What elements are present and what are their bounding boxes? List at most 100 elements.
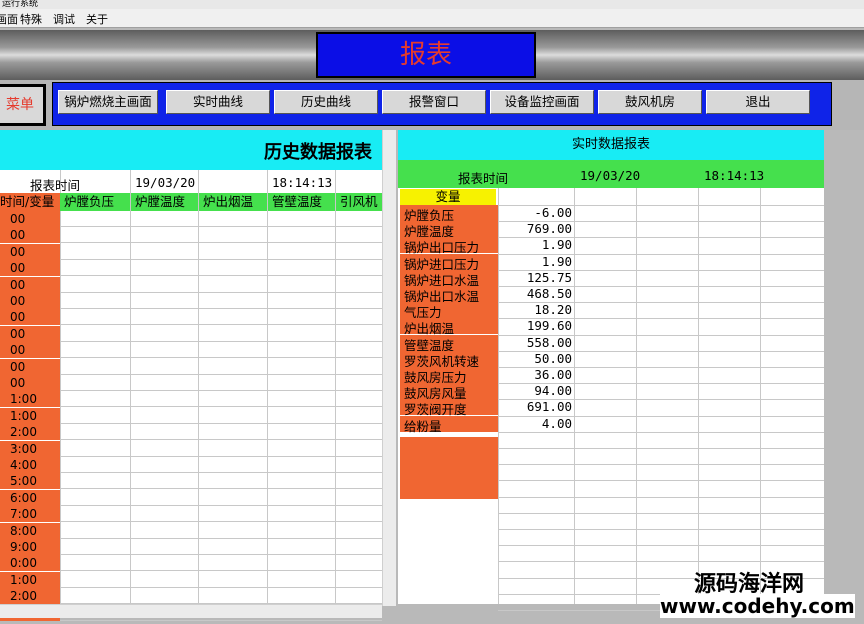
realtime-var-value: 4.00 — [541, 415, 572, 431]
grid-line — [60, 242, 382, 244]
realtime-var-value: 1.90 — [541, 237, 572, 253]
realtime-var-value: -6.00 — [534, 205, 572, 220]
grid-line — [498, 448, 824, 449]
history-row-time: 0:00 — [0, 555, 60, 572]
history-row-time: 00 — [0, 309, 60, 326]
history-horizontal-scrollbar[interactable] — [0, 604, 382, 618]
history-row-time: 3:00 — [0, 440, 60, 457]
history-row-time: 00 — [0, 325, 60, 342]
realtime-time-label: 报表时间 — [458, 171, 509, 186]
grid-line — [60, 521, 382, 523]
menu-view[interactable]: 画面 — [0, 11, 18, 27]
history-row-time: 5:00 — [0, 473, 60, 490]
realtime-var-value: 50.00 — [534, 350, 572, 366]
grid-line — [60, 291, 382, 293]
page-title: 报表 — [316, 32, 536, 78]
history-row-time: 9:00 — [0, 539, 60, 555]
history-row-time: 00 — [0, 293, 60, 309]
grid-line — [60, 373, 382, 375]
history-time-label: 报表时间 — [30, 178, 81, 193]
realtime-var-value: 125.75 — [526, 269, 572, 285]
grid-line — [498, 480, 824, 482]
realtime-var-name: 罗茨风机转速 — [400, 350, 498, 369]
grid-line — [498, 529, 824, 530]
history-row-time: 6:00 — [0, 489, 60, 506]
history-col-header: 炉膛温度 — [131, 193, 198, 211]
realtime-var-name: 管壁温度 — [400, 334, 498, 353]
history-row-time: 1:00 — [0, 391, 60, 408]
grid-line — [198, 170, 199, 604]
realtime-var-name: 给粉量 — [400, 415, 498, 434]
realtime-var-value: 94.00 — [534, 383, 572, 399]
grid-line — [60, 357, 382, 359]
realtime-var-value: 36.00 — [534, 367, 572, 382]
grid-line — [60, 488, 382, 490]
history-title: 历史数据报表 — [264, 142, 372, 163]
realtime-var-name: 炉出烟温 — [400, 318, 498, 336]
realtime-var-name: 鼓风房风量 — [400, 383, 498, 401]
history-row-time: 00 — [0, 358, 60, 375]
history-col-header: 引风机 — [336, 193, 382, 211]
grid-line — [498, 496, 824, 498]
realtime-var-value: 18.20 — [534, 302, 572, 318]
blower-room-button[interactable]: 鼓风机房 — [598, 90, 702, 114]
realtime-var-value: 769.00 — [526, 221, 572, 237]
grid-line — [498, 545, 824, 547]
exit-button[interactable]: 退出 — [706, 90, 810, 114]
realtime-var-value: 199.60 — [526, 318, 572, 334]
history-row-time: 00 — [0, 375, 60, 391]
grid-line — [60, 258, 382, 260]
grid-line — [498, 431, 824, 433]
history-row-time: 4:00 — [0, 457, 60, 473]
grid-line — [60, 619, 382, 621]
grid-line — [698, 160, 699, 604]
realtime-var-name: 炉膛负压 — [400, 205, 498, 223]
realtime-var-name: 炉膛温度 — [400, 221, 498, 239]
grid-line — [60, 275, 382, 277]
history-row-time: 00 — [0, 260, 60, 277]
grid-line — [760, 160, 761, 604]
menu-debug[interactable]: 调试 — [53, 11, 75, 27]
history-row-time: 00 — [0, 227, 60, 244]
grid-line — [60, 308, 382, 309]
history-row-time: 2:00 — [0, 424, 60, 441]
realtime-var-header: 变量 — [400, 189, 496, 205]
history-row-time: 7:00 — [0, 506, 60, 523]
grid-line — [60, 439, 382, 441]
realtime-var-value: 1.90 — [541, 253, 572, 269]
history-row-time: 1:00 — [0, 407, 60, 424]
history-col-header: 管壁温度 — [268, 193, 335, 211]
grid-line — [60, 422, 382, 424]
grid-line — [498, 512, 824, 514]
realtime-var-value: 558.00 — [526, 334, 572, 350]
grid-line — [60, 504, 382, 506]
grid-line — [60, 324, 382, 326]
menu-button[interactable]: 菜单 — [0, 84, 46, 126]
realtime-var-name: 锅炉出口压力 — [400, 237, 498, 255]
alarm-window-button[interactable]: 报警窗口 — [382, 90, 486, 114]
menu-special[interactable]: 特殊 — [20, 11, 42, 27]
history-row-time: 2:00 — [0, 588, 60, 605]
boiler-main-button[interactable]: 锅炉燃烧主画面 — [58, 90, 158, 114]
realtime-var-name: 罗茨阀开度 — [400, 399, 498, 417]
history-vertical-scrollbar[interactable] — [382, 130, 396, 606]
grid-line — [60, 226, 382, 227]
grid-line — [60, 390, 382, 391]
watermark-url: www.codehy.com — [660, 594, 855, 618]
history-row-time: 00 — [0, 276, 60, 293]
grid-line — [60, 340, 382, 342]
grid-line — [574, 160, 575, 604]
grid-line — [60, 170, 61, 604]
grid-line — [130, 170, 131, 604]
grid-line — [335, 170, 336, 604]
history-curve-button[interactable]: 历史曲线 — [274, 90, 378, 114]
history-row-time: 00 — [0, 342, 60, 359]
menu-about[interactable]: 关于 — [86, 11, 108, 27]
history-time: 18:14:13 — [272, 175, 333, 190]
realtime-curve-button[interactable]: 实时曲线 — [166, 90, 270, 114]
realtime-empty-rows — [400, 437, 498, 499]
equipment-monitor-button[interactable]: 设备监控画面 — [490, 90, 594, 114]
grid-line — [498, 464, 824, 466]
realtime-title: 实时数据报表 — [398, 130, 824, 160]
history-row-time: 8:00 — [0, 522, 60, 539]
